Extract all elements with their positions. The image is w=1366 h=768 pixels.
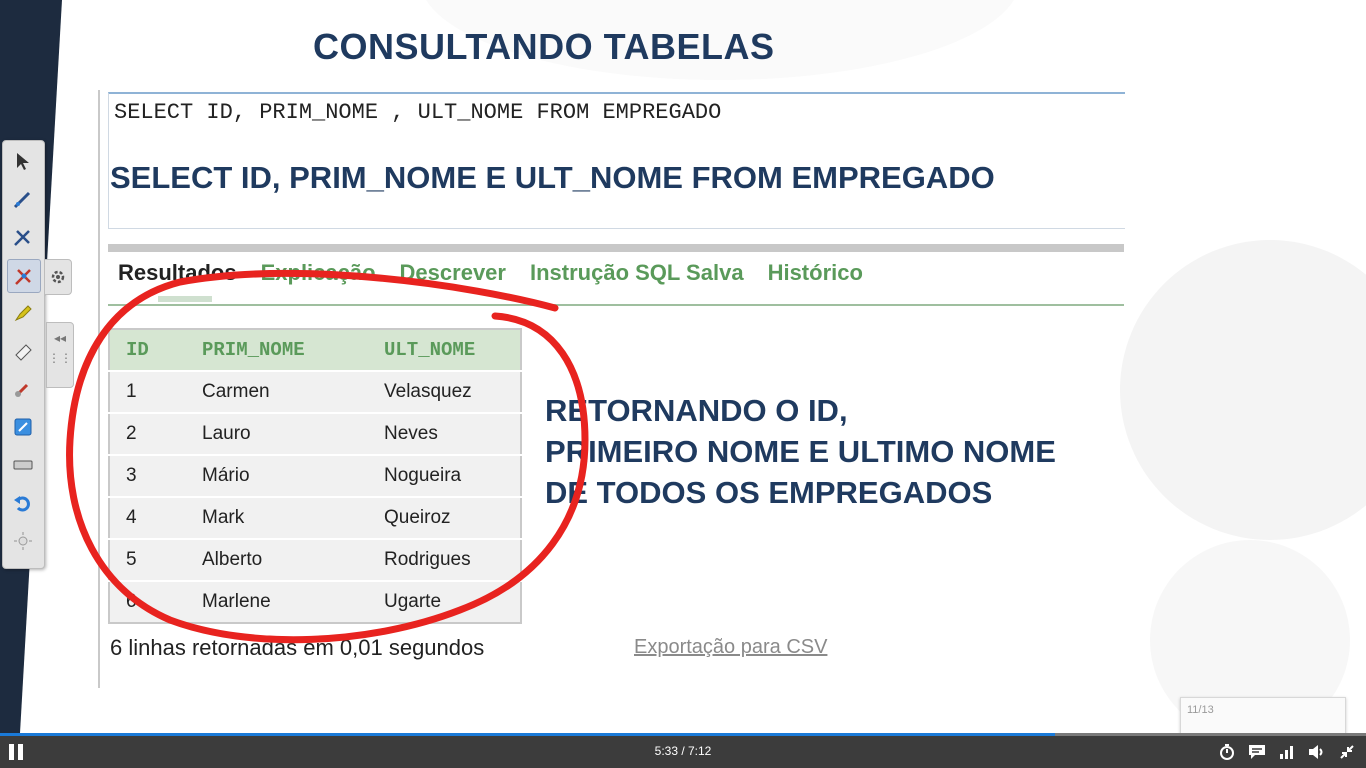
note-line: RETORNANDO O ID, (545, 393, 848, 428)
timer-icon[interactable] (1218, 742, 1236, 762)
fullscreen-exit-icon[interactable] (1338, 742, 1356, 762)
background-shape (1120, 240, 1366, 540)
player-controls-right (1218, 742, 1356, 762)
table-row: 1 Carmen Velasquez (109, 370, 521, 413)
playback-time: 5:33 / 7:12 (0, 744, 1366, 758)
table-row: 6 Marlene Ugarte (109, 580, 521, 623)
cell-id: 2 (109, 412, 186, 455)
table-header-row: ID PRIM_NOME ULT_NOME (109, 329, 521, 371)
volume-icon[interactable] (1308, 742, 1326, 762)
whiteboard-icon[interactable] (7, 411, 39, 443)
tabs-divider (108, 304, 1124, 306)
cell-prim-nome: Marlene (186, 580, 368, 623)
clear-icon[interactable] (7, 373, 39, 405)
tab-resultados[interactable]: Resultados (118, 260, 237, 290)
cell-id: 4 (109, 496, 186, 539)
cell-ult-nome: Queiroz (368, 496, 521, 539)
results-table: ID PRIM_NOME ULT_NOME 1 Carmen Velasquez… (108, 328, 522, 624)
table-row: 2 Lauro Neves (109, 412, 521, 455)
column-header-id[interactable]: ID (109, 329, 186, 371)
collapse-chevron-icon: ◂◂ (53, 331, 67, 345)
table-row: 5 Alberto Rodrigues (109, 538, 521, 581)
select-arrow-icon[interactable] (7, 145, 39, 177)
cell-ult-nome: Nogueira (368, 454, 521, 497)
cell-prim-nome: Carmen (186, 370, 368, 413)
tab-descrever[interactable]: Descrever (400, 260, 506, 290)
column-header-ult-nome[interactable]: ULT_NOME (368, 329, 521, 371)
slide-note: RETORNANDO O ID, PRIMEIRO NOME E ULTIMO … (545, 390, 1056, 513)
pen-icon[interactable] (7, 183, 39, 215)
video-control-bar: 5:33 / 7:12 (0, 736, 1366, 768)
cell-ult-nome: Neves (368, 412, 521, 455)
table-row: 3 Mário Nogueira (109, 454, 521, 497)
page-counter: 11/13 (1187, 704, 1214, 716)
pen-alt-icon[interactable] (7, 221, 39, 253)
cell-prim-nome: Mário (186, 454, 368, 497)
highlight-pen-icon[interactable] (7, 259, 41, 293)
note-line: DE TODOS OS EMPREGADOS (545, 475, 993, 510)
toolbox-collapse-handle[interactable]: ◂◂ ⋮⋮ (46, 322, 74, 388)
time-readout: 5:33 / 7:12 (654, 744, 712, 758)
cell-id: 3 (109, 454, 186, 497)
cell-prim-nome: Alberto (186, 538, 368, 581)
page-thumbnail-popup[interactable]: 11/13 (1180, 697, 1346, 733)
grip-icon: ⋮⋮ (48, 351, 72, 365)
quality-icon[interactable] (1278, 742, 1296, 762)
cell-prim-nome: Lauro (186, 412, 368, 455)
cell-id: 1 (109, 370, 186, 413)
marker-icon[interactable] (7, 297, 39, 329)
annotation-toolbox (2, 140, 45, 569)
cell-ult-nome: Velasquez (368, 370, 521, 413)
table-row: 4 Mark Queiroz (109, 496, 521, 539)
tab-instrucao-sql-salva[interactable]: Instrução SQL Salva (530, 260, 744, 290)
active-tab-indicator (158, 296, 212, 302)
cell-prim-nome: Mark (186, 496, 368, 539)
undo-icon[interactable] (7, 487, 39, 519)
tab-explicacao[interactable]: Explicação (261, 260, 376, 290)
slide-title: CONSULTANDO TABELAS (313, 26, 775, 67)
note-line: PRIMEIRO NOME E ULTIMO NOME (545, 434, 1056, 469)
cell-ult-nome: Rodrigues (368, 538, 521, 581)
slide-area: CONSULTANDO TABELAS SELECT ID, PRIM_NOME… (0, 0, 1366, 733)
results-tabs: Resultados Explicação Descrever Instruçã… (118, 260, 863, 290)
toolbox-gear-icon[interactable] (44, 259, 72, 295)
export-csv-link[interactable]: Exportação para CSV (634, 636, 827, 659)
keyboard-icon[interactable] (7, 449, 39, 481)
sql-caption: SELECT ID, PRIM_NOME E ULT_NOME FROM EMP… (110, 160, 995, 195)
cell-id: 5 (109, 538, 186, 581)
cell-id: 6 (109, 580, 186, 623)
eraser-icon[interactable] (7, 335, 39, 367)
sql-code-text: SELECT ID, PRIM_NOME , ULT_NOME FROM EMP… (114, 100, 722, 125)
column-header-prim-nome[interactable]: PRIM_NOME (186, 329, 368, 371)
tab-historico[interactable]: Histórico (768, 260, 863, 290)
settings-sun-icon[interactable] (7, 525, 39, 557)
cell-ult-nome: Ugarte (368, 580, 521, 623)
rows-returned-info: 6 linhas retornadas em 0,01 segundos (110, 635, 485, 660)
splitter-bar[interactable] (108, 244, 1124, 252)
captions-icon[interactable] (1248, 742, 1266, 762)
